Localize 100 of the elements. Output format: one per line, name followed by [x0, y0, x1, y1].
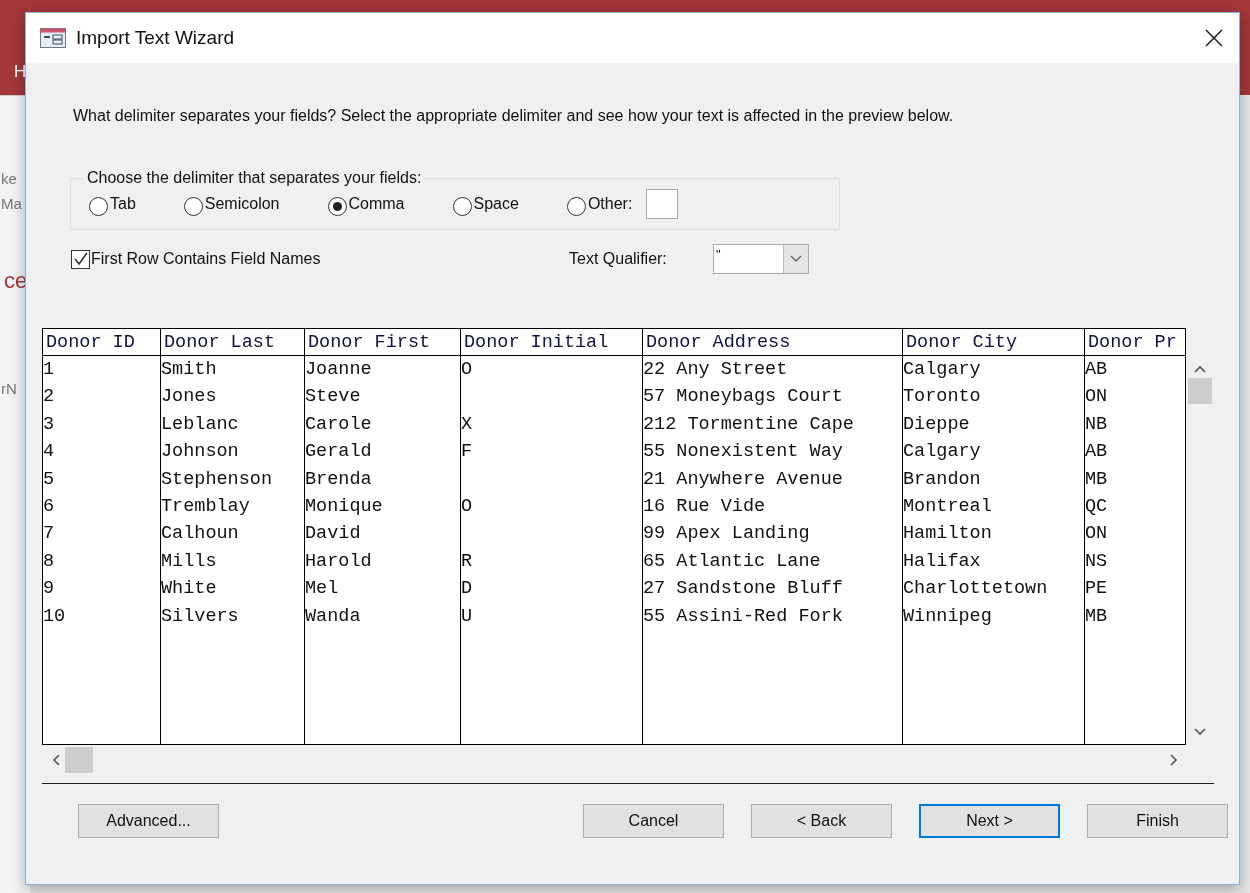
table-cell-text: O	[461, 494, 474, 519]
scroll-down-icon[interactable]	[1194, 728, 1206, 736]
table-cell-text: U	[461, 604, 474, 629]
table-cell-text: Calgary	[903, 358, 982, 382]
column-header: Donor Last	[161, 329, 304, 356]
qualifier-label: Text Qualifier:	[569, 250, 668, 268]
table-cell-text: 55 Nonexistent Way	[643, 440, 844, 465]
table-cell-text: Silvers	[161, 604, 240, 629]
table-cell-text: Halifax	[903, 549, 982, 574]
radio-option[interactable]: Other:	[566, 192, 633, 216]
table-cell-text: 57 Moneybags Court	[643, 385, 844, 410]
table-cell-text: 1	[43, 358, 56, 382]
column-header: Donor Initial	[461, 329, 642, 356]
column-header: Donor First	[305, 329, 460, 356]
table-cell-text: AB	[1085, 440, 1109, 465]
table-cell-text: R	[461, 549, 474, 574]
table-cell-text: 6	[43, 494, 56, 519]
table-cell-text: Brenda	[305, 467, 373, 492]
scroll-thumb[interactable]	[1188, 378, 1212, 404]
window-title: Import Text Wizard	[76, 27, 236, 49]
table-cell-text: MB	[1085, 604, 1109, 629]
table-cell-text: Carole	[305, 412, 373, 437]
table-cell-text: AB	[1085, 358, 1109, 382]
table-cell-text: 8	[43, 549, 56, 574]
wizard-button[interactable]: Cancel	[583, 804, 724, 838]
radio-option[interactable]: Comma	[327, 192, 405, 216]
table-cell-text: Dieppe	[903, 412, 971, 437]
table-cell-text: Gerald	[305, 440, 373, 465]
wizard-button[interactable]: Finish	[1087, 804, 1228, 838]
table-cell-text: 3	[43, 412, 56, 437]
table-cell-text: David	[305, 522, 362, 547]
table-cell-text: Tremblay	[161, 494, 251, 519]
table-cell-text: Montreal	[903, 494, 993, 519]
table-cell-text: 22 Any Street	[643, 358, 789, 382]
column-header: Donor Address	[643, 329, 902, 356]
table-cell-text: 212 Tormentine Cape	[643, 412, 855, 437]
table-cell-text: Brandon	[903, 467, 982, 492]
table-cell-text: Steve	[305, 385, 362, 410]
table-cell-text: QC	[1085, 494, 1109, 519]
background-text: Ma	[1, 195, 22, 212]
scroll-up-icon[interactable]	[1194, 365, 1206, 373]
table-cell-text: ON	[1085, 385, 1109, 410]
table-cell-text: 9	[43, 577, 56, 602]
table-cell-text: 16 Rue Vide	[643, 494, 767, 519]
table-cell-text: Harold	[305, 549, 373, 574]
radio-option[interactable]: Semicolon	[183, 192, 280, 216]
table-cell-text: F	[461, 440, 474, 465]
group-legend: Choose the delimiter that separates your fields:	[83, 169, 426, 187]
background-text: H	[14, 62, 27, 82]
table-cell-text: Wanda	[305, 604, 362, 629]
table-cell-text: Charlottetown	[903, 577, 1049, 602]
table-cell-text: O	[461, 358, 474, 382]
chevron-down-icon	[790, 255, 802, 263]
table-cell-text: 7	[43, 522, 56, 547]
table-cell-text: MB	[1085, 467, 1109, 492]
table-cell-text: Mel	[305, 577, 340, 602]
form-icon	[40, 28, 66, 48]
table-cell-text: Smith	[161, 358, 218, 382]
scroll-thumb[interactable]	[65, 747, 93, 773]
radio-option[interactable]: Space	[452, 192, 519, 216]
table-cell-text: Monique	[305, 494, 384, 519]
first-row-checkbox[interactable]: First Row Contains Field Names	[71, 249, 569, 269]
wizard-button[interactable]: < Back	[751, 804, 892, 838]
table-cell-text: 21 Anywhere Avenue	[643, 467, 844, 492]
table-cell-text: White	[161, 577, 218, 602]
scroll-right-icon[interactable]	[1170, 754, 1178, 766]
instruction-text: What delimiter separates your fields? Select the appropriate delimiter and see how your text is affected in the preview below.	[73, 107, 955, 125]
table-cell-text: 4	[43, 440, 56, 465]
wizard-button[interactable]: Next >	[919, 804, 1060, 838]
table-cell-text: Mills	[161, 549, 218, 574]
qualifier-dropdown[interactable]: "	[713, 244, 809, 274]
table-cell-text: PE	[1085, 577, 1109, 602]
table-cell-text: 2	[43, 385, 56, 410]
table-cell-text: Toronto	[903, 385, 982, 410]
table-cell-text: Leblanc	[161, 412, 240, 437]
table-cell-text: ON	[1085, 522, 1109, 547]
checkmark-icon	[72, 251, 89, 267]
advanced-button[interactable]: Advanced...	[78, 804, 219, 838]
table-cell-text: 55 Assini-Red Fork	[643, 604, 844, 629]
table-cell-text: Jones	[161, 385, 218, 410]
radio-option[interactable]: Tab	[89, 192, 136, 216]
table-cell-text: 27 Sandstone Bluff	[643, 577, 844, 602]
table-cell-text: 5	[43, 467, 56, 492]
table-cell-text: Joanne	[305, 358, 373, 382]
table-cell-text: 65 Atlantic Lane	[643, 549, 822, 574]
table-cell-text: 99 Apex Landing	[643, 522, 811, 547]
table-cell-text: D	[461, 577, 474, 602]
background-text: rN	[1, 380, 17, 397]
table-cell-text: NB	[1085, 412, 1109, 437]
background-text: ce	[4, 268, 28, 294]
scroll-left-icon[interactable]	[52, 754, 60, 766]
other-input-field[interactable]	[646, 189, 679, 219]
table-cell-text: Calhoun	[161, 522, 240, 547]
table-cell-text: Hamilton	[903, 522, 993, 547]
column-header: Donor City	[903, 329, 1084, 356]
table-cell-text: Calgary	[903, 440, 982, 465]
table-cell-text: X	[461, 412, 474, 437]
table-cell-text: 10	[43, 604, 67, 629]
close-icon[interactable]	[1205, 29, 1223, 47]
table-cell-text: NS	[1085, 549, 1109, 574]
